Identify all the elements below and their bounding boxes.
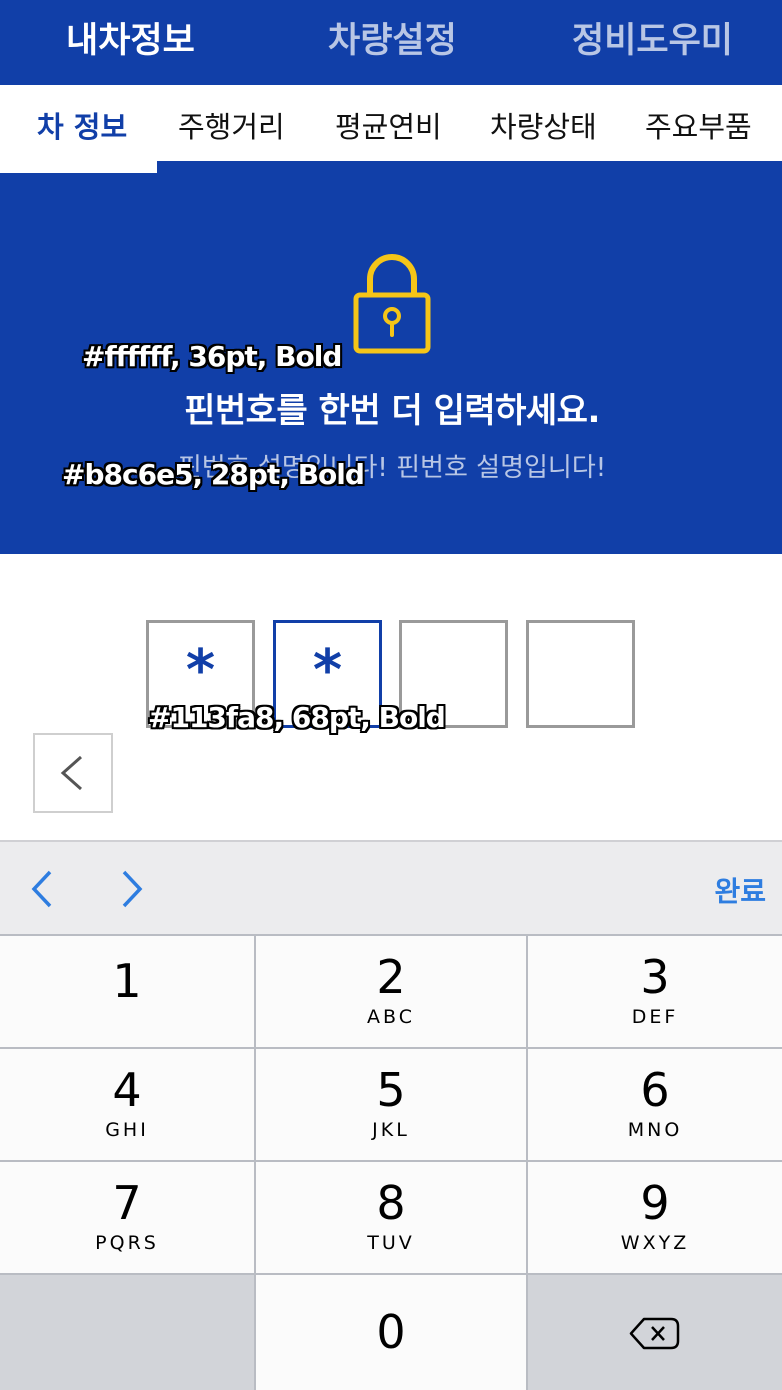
key-8[interactable]: 8 TUV: [256, 1162, 526, 1273]
key-1-number: 1: [112, 954, 142, 1008]
lock-icon: [353, 254, 431, 354]
done-button[interactable]: 완료: [714, 870, 766, 910]
subtab-fuel-economy[interactable]: 평균연비: [335, 85, 442, 169]
key-6[interactable]: 6 MNO: [528, 1049, 782, 1160]
tab-maintenance-helper[interactable]: 정비도우미: [572, 0, 733, 85]
key-5-letters: JKL: [372, 1119, 410, 1141]
key-5-number: 5: [376, 1063, 406, 1117]
back-button[interactable]: [33, 733, 113, 813]
prev-field-icon[interactable]: [24, 866, 64, 912]
sub-nav-bottom-bar: [157, 161, 782, 173]
key-5[interactable]: 5 JKL: [256, 1049, 526, 1160]
key-3-letters: DEF: [631, 1006, 679, 1028]
delete-key[interactable]: [528, 1275, 782, 1390]
numeric-keypad: 1 2 ABC 3 DEF 4 GHI 5 JKL 6 MNO 7 PQRS 8…: [0, 934, 782, 1390]
top-nav: 내차정보 차량설정 정비도우미: [0, 0, 782, 85]
pin-mask-1: *: [185, 638, 216, 703]
key-9-letters: WXYZ: [620, 1232, 690, 1254]
pin-digit-4[interactable]: [526, 620, 635, 728]
active-tab-indicator: [0, 161, 157, 173]
key-0[interactable]: 0: [256, 1275, 526, 1390]
key-4-number: 4: [112, 1063, 142, 1117]
annotation-desc-style: #b8c6e5, 28pt, Bold: [62, 458, 365, 491]
next-field-icon[interactable]: [112, 866, 152, 912]
key-1[interactable]: 1: [0, 936, 254, 1047]
tab-my-car-info[interactable]: 내차정보: [66, 0, 195, 85]
subtab-car-info[interactable]: 차 정보: [37, 85, 127, 169]
pin-mask-2: *: [312, 638, 343, 703]
annotation-pin-style: #113fa8, 68pt, Bold: [148, 701, 446, 734]
key-8-letters: TUV: [367, 1232, 415, 1254]
key-7-number: 7: [112, 1176, 142, 1230]
key-4[interactable]: 4 GHI: [0, 1049, 254, 1160]
key-9-number: 9: [640, 1176, 670, 1230]
keyboard-accessory-bar: 완료: [0, 840, 782, 934]
subtab-mileage[interactable]: 주행거리: [178, 85, 285, 169]
annotation-title-style: #ffffff, 36pt, Bold: [82, 340, 342, 373]
key-2-letters: ABC: [367, 1006, 415, 1028]
key-2-number: 2: [376, 950, 406, 1004]
key-3-number: 3: [640, 950, 670, 1004]
subtab-vehicle-status[interactable]: 차량상태: [490, 85, 597, 169]
key-6-number: 6: [640, 1063, 670, 1117]
back-chevron-icon: [60, 755, 82, 791]
pin-title: 핀번호를 한번 더 입력하세요.: [184, 391, 600, 431]
subtab-main-parts[interactable]: 주요부품: [645, 85, 752, 169]
key-9[interactable]: 9 WXYZ: [528, 1162, 782, 1273]
sub-nav: 차 정보 주행거리 평균연비 차량상태 주요부품: [0, 85, 782, 173]
key-0-number: 0: [376, 1305, 406, 1359]
key-7[interactable]: 7 PQRS: [0, 1162, 254, 1273]
key-8-number: 8: [376, 1176, 406, 1230]
key-7-letters: PQRS: [95, 1232, 159, 1254]
tab-vehicle-settings[interactable]: 차량설정: [328, 0, 457, 85]
key-3[interactable]: 3 DEF: [528, 936, 782, 1047]
key-6-letters: MNO: [627, 1119, 683, 1141]
key-blank: [0, 1275, 254, 1390]
delete-key-icon: [629, 1317, 680, 1350]
key-4-letters: GHI: [105, 1119, 149, 1141]
key-2[interactable]: 2 ABC: [256, 936, 526, 1047]
